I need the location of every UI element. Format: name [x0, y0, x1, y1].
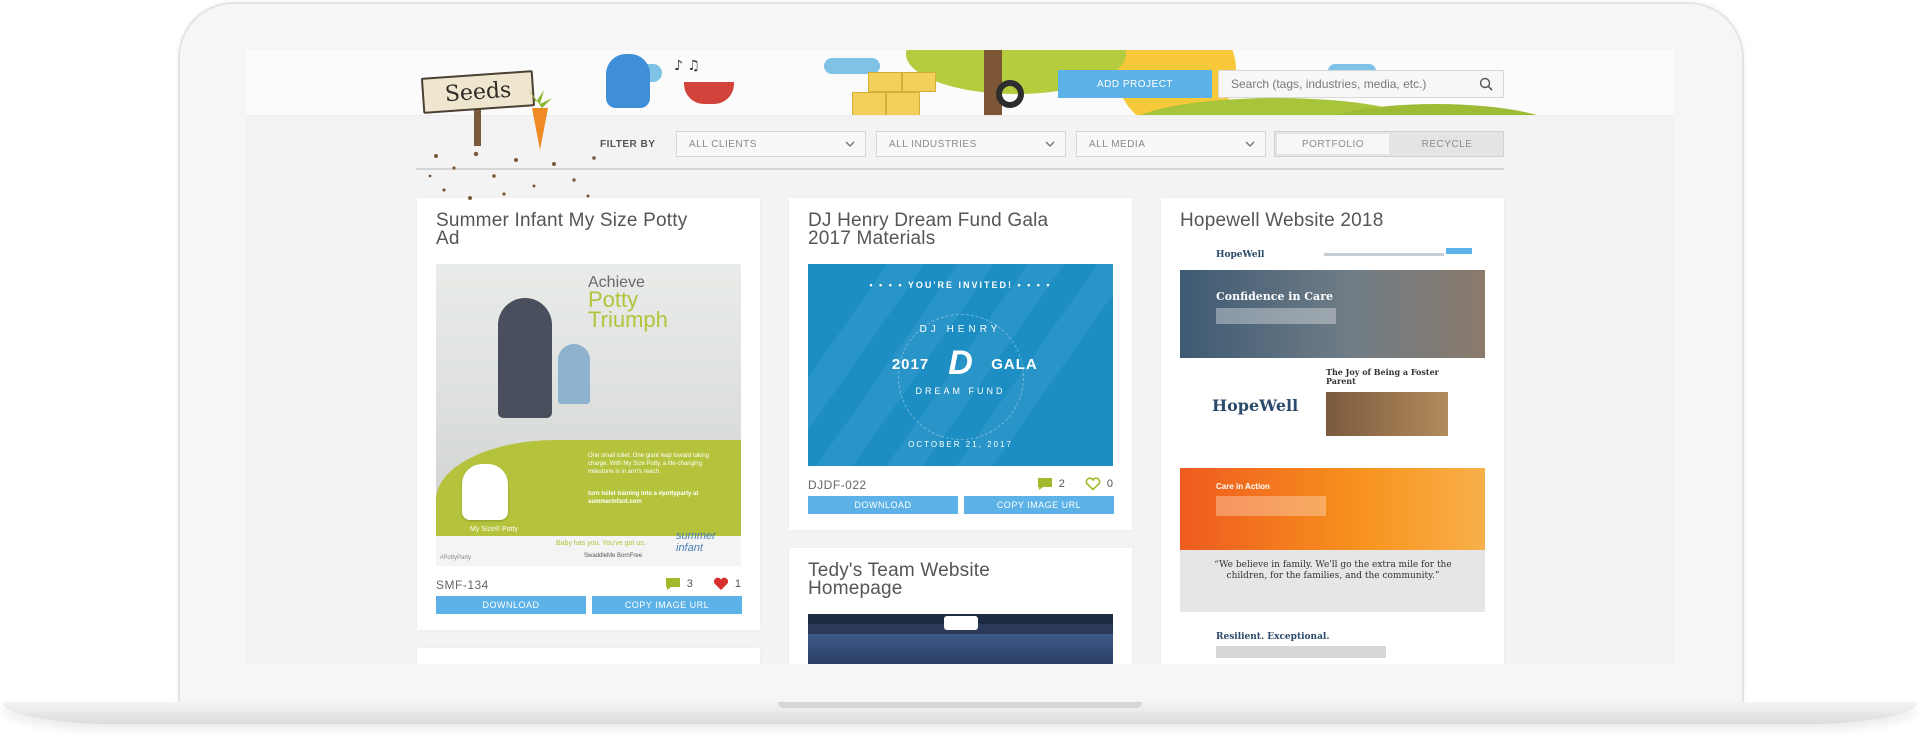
hopewell-nav-links	[1324, 253, 1444, 256]
hopewell-logo: HopeWell	[1212, 396, 1299, 415]
chevron-down-icon	[845, 141, 855, 147]
card-title: DJ Henry Dream Fund Gala 2017 Materials	[808, 210, 1049, 249]
project-card[interactable]	[417, 648, 760, 664]
media-select[interactable]: ALL MEDIA	[1076, 131, 1266, 157]
tire-swing-illustration	[996, 80, 1024, 108]
hopewell-hero-copy	[1216, 308, 1336, 324]
ad-product-name: My Size® Potty	[470, 526, 518, 533]
carrot-icon	[528, 88, 552, 150]
hopewell-resilient: Resilient. Exceptional.	[1216, 632, 1330, 642]
chevron-down-icon	[1045, 141, 1055, 147]
clients-select[interactable]: ALL CLIENTS	[676, 131, 866, 157]
card-counts: 2 0	[1023, 477, 1113, 491]
gala-ring-bottom: DREAM FUND	[915, 386, 1006, 396]
card-image[interactable]: HopeWell Confidence in Care HopeWell The…	[1180, 244, 1485, 664]
download-button[interactable]: DOWNLOAD	[808, 496, 958, 514]
svg-text:♪ ♫: ♪ ♫	[674, 58, 700, 74]
hay-bale-illustration	[886, 92, 920, 115]
app-screen: ♪ ♫ Seeds ADD PROJECT FILTER BY ALL CLIE…	[246, 50, 1674, 664]
wheelbarrow-illustration	[684, 82, 734, 104]
comment-icon	[665, 578, 680, 590]
like-count-value: 0	[1106, 478, 1113, 490]
card-title: Tedy's Team Website Homepage	[808, 560, 991, 599]
ad-father-figure	[498, 298, 552, 418]
project-card[interactable]: Hopewell Website 2018 HopeWell Confidenc…	[1161, 198, 1504, 664]
comment-count[interactable]: 2	[1037, 477, 1065, 491]
view-toggle: PORTFOLIO RECYCLE	[1274, 131, 1504, 157]
toggle-recycle[interactable]: RECYCLE	[1391, 132, 1503, 156]
project-card[interactable]: Summer Infant My Size Potty Ad Achieve P…	[417, 198, 760, 630]
hay-bale-illustration	[852, 92, 886, 115]
hay-bale-illustration	[868, 72, 902, 92]
add-project-button[interactable]: ADD PROJECT	[1058, 70, 1212, 98]
hopewell-story-image	[1326, 392, 1448, 436]
search-box	[1218, 70, 1504, 98]
media-select-value: ALL MEDIA	[1089, 138, 1146, 150]
project-card[interactable]: DJ Henry Dream Fund Gala 2017 Materials …	[789, 198, 1132, 530]
hopewell-quote: “We believe in family. We'll go the extr…	[1214, 560, 1452, 581]
card-counts: 3 1	[651, 577, 741, 591]
project-code: SMF-134	[436, 578, 489, 592]
card-actions: DOWNLOAD COPY IMAGE URL	[808, 496, 1114, 514]
hopewell-care-copy	[1216, 496, 1326, 516]
search-input[interactable]	[1219, 71, 1459, 97]
project-card[interactable]: Tedy's Team Website Homepage	[789, 548, 1132, 664]
like-count[interactable]: 1	[713, 577, 741, 591]
gala-date: OCTOBER 21, 2017	[908, 440, 1013, 449]
comment-count-value: 3	[686, 578, 693, 590]
ad-headline-3: Triumph	[588, 307, 668, 332]
ad-body-copy: One small toilet. One giant leap toward …	[588, 453, 710, 475]
comment-count[interactable]: 3	[665, 577, 693, 591]
industries-select[interactable]: ALL INDUSTRIES	[876, 131, 1066, 157]
laptop-notch	[778, 702, 1142, 708]
clients-select-value: ALL CLIENTS	[689, 138, 757, 150]
copy-image-url-button[interactable]: COPY IMAGE URL	[592, 596, 742, 614]
download-button[interactable]: DOWNLOAD	[436, 596, 586, 614]
industries-select-value: ALL INDUSTRIES	[889, 138, 977, 150]
bunny-illustration	[606, 54, 650, 108]
card-actions: DOWNLOAD COPY IMAGE URL	[436, 596, 742, 614]
copy-image-url-button[interactable]: COPY IMAGE URL	[964, 496, 1114, 514]
tedy-crowd	[808, 634, 1113, 664]
hopewell-nav-logo: HopeWell	[1216, 250, 1265, 260]
search-icon[interactable]	[1479, 77, 1493, 91]
gala-invite: • • • • YOU'RE INVITED! • • • •	[869, 280, 1052, 290]
chevron-down-icon	[1245, 141, 1255, 147]
card-image[interactable]: • • • • YOU'RE INVITED! • • • • DJ HENRY…	[808, 264, 1113, 466]
like-count[interactable]: 0	[1085, 477, 1113, 491]
hopewell-nav-button	[1446, 248, 1472, 254]
card-title: Summer Infant My Size Potty Ad	[436, 210, 688, 249]
heart-icon	[713, 577, 728, 590]
hopewell-care-title: Care in Action	[1216, 482, 1270, 491]
hopewell-story-title: The Joy of Being a Foster Parent	[1326, 367, 1439, 386]
hay-bale-illustration	[902, 72, 936, 92]
tedy-logo	[944, 616, 978, 630]
like-count-value: 1	[734, 578, 741, 590]
comment-icon	[1037, 478, 1052, 490]
dirt-illustration	[428, 151, 596, 200]
ad-tagline: Baby has you. You've got us.	[556, 540, 646, 547]
hopewell-hero-title: Confidence in Care	[1216, 290, 1333, 303]
hopewell-resilient-copy	[1216, 646, 1386, 658]
music-notes-icon: ♪ ♫	[674, 58, 700, 74]
filter-label: FILTER BY	[600, 139, 656, 150]
ad-hashtag: #PottyParty	[440, 555, 472, 561]
ad-potty-image	[462, 464, 508, 520]
project-code: DJDF-022	[808, 478, 867, 492]
sign-post	[474, 104, 481, 146]
toggle-portfolio[interactable]: PORTFOLIO	[1277, 134, 1389, 154]
comment-count-value: 2	[1058, 478, 1065, 490]
ad-child-figure	[558, 344, 590, 404]
card-image[interactable]: Achieve Potty Triumph One small toilet. …	[436, 264, 741, 566]
summer-infant-logo: summer infant	[676, 530, 716, 554]
gala-word: GALA	[991, 356, 1038, 373]
heart-outline-icon	[1085, 477, 1101, 491]
card-title: Hopewell Website 2018	[1180, 210, 1384, 231]
gala-ring-top: DJ HENRY	[919, 324, 1002, 335]
ad-cta-copy: turn toilet training into a #pottyparty …	[588, 491, 699, 505]
card-image[interactable]	[808, 614, 1113, 664]
